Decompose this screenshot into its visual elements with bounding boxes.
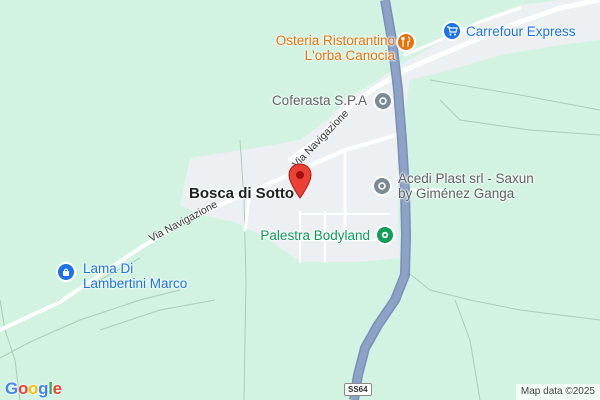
map-attribution[interactable]: Map data ©2025 <box>515 384 600 400</box>
poi-name: L'orba Canocia <box>304 48 395 63</box>
poi-name: by Giménez Ganga <box>398 186 515 201</box>
poi-name: Lama Di <box>83 261 134 276</box>
shopping-bag-icon[interactable] <box>56 262 76 282</box>
poi-label-coferasta[interactable]: Coferasta S.P.A <box>272 93 367 108</box>
shopping-cart-icon[interactable] <box>442 21 462 41</box>
minor-path <box>454 299 481 400</box>
poi-label-supermarket[interactable]: Carrefour Express <box>466 24 576 39</box>
minor-path <box>0 289 181 359</box>
poi-label-restaurant[interactable]: Osteria Ristorantino L'orba Canocia <box>276 33 395 63</box>
location-marker-icon[interactable] <box>287 163 313 199</box>
poi-name: Acedi Plast srl - Saxun <box>398 171 534 186</box>
poi-name: Osteria Ristorantino <box>275 33 395 48</box>
gym-icon[interactable] <box>375 225 395 245</box>
poi-label-gym[interactable]: Palestra Bodyland <box>260 228 370 243</box>
town-label: Bosca di Sotto <box>189 185 295 202</box>
minor-path <box>404 269 600 321</box>
minor-path <box>429 79 600 111</box>
poi-label-acedi[interactable]: Acedi Plast srl - Saxun by Giménez Ganga <box>398 171 534 201</box>
restaurant-icon[interactable] <box>396 32 416 52</box>
poi-name: Carrefour Express <box>466 24 576 39</box>
business-icon[interactable] <box>373 91 393 111</box>
google-logo: Google <box>5 379 62 398</box>
business-icon[interactable] <box>372 176 392 196</box>
minor-path <box>99 299 216 331</box>
poi-name: Coferasta S.P.A <box>271 93 367 108</box>
poi-label-lama[interactable]: Lama Di Lambertini Marco <box>83 261 187 291</box>
poi-name: Palestra Bodyland <box>260 228 370 243</box>
highway-shield: SS64 <box>344 383 372 396</box>
map-view[interactable]: Via Navigazione Via Navigazione Bosca di… <box>0 0 600 400</box>
poi-name: Lambertini Marco <box>83 276 188 291</box>
